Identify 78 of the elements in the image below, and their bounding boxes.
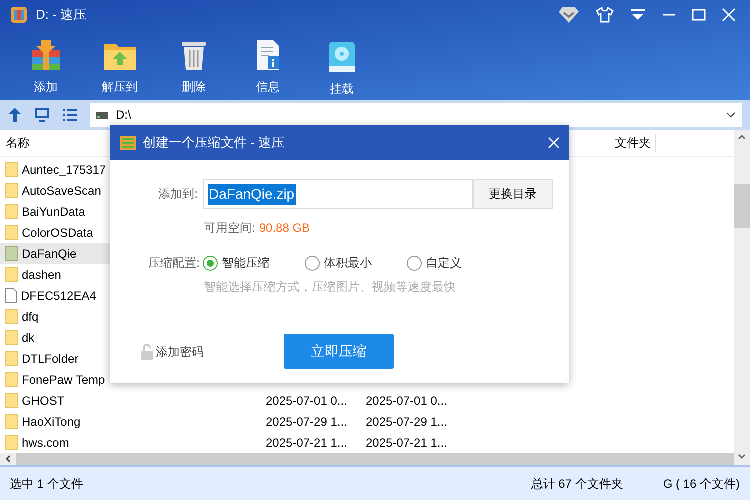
folder-icon [5,435,18,450]
dropdown-icon[interactable] [630,9,646,21]
table-row[interactable]: FonePaw Temp [0,369,110,390]
change-directory-button[interactable]: 更换目录 [473,179,553,209]
status-text: G ( 16 个文件) [663,476,740,492]
toolbar-button[interactable]: 挂载 [318,40,366,98]
list-view-icon[interactable] [62,108,78,122]
radio-option[interactable]: 智能压缩 [203,254,305,272]
app-logo-icon [119,134,137,150]
filename-field[interactable]: DaFanQie.zip [203,179,473,209]
status-text: 总计 67 个文件夹 [531,476,624,492]
maximize-icon[interactable] [692,8,706,22]
table-cell-text: 2025-07-21 1... [366,434,448,452]
file-icon [5,288,17,303]
table-row[interactable]: dk [0,327,110,348]
compress-now-button[interactable]: 立即压缩 [284,334,394,369]
table-row[interactable]: DaFanQie [0,243,110,264]
folder-icon [5,246,18,261]
shirt-icon[interactable] [596,7,614,23]
folder-icon [5,414,18,429]
radio-option[interactable]: 自定义 [407,254,509,272]
folder-icon [5,267,18,282]
radio-option[interactable]: 体积最小 [305,254,407,272]
table-row[interactable]: HaoXiTong [0,411,110,432]
up-arrow-icon[interactable] [8,107,22,123]
toolbar-button[interactable]: 添加 [22,38,70,96]
chevron-down-icon[interactable] [726,112,736,118]
window-title: D: - 速压 [36,6,87,24]
disk-drive-icon [326,40,358,74]
table-cell-text: 2025-07-29 1... [266,414,348,430]
folder-icon [5,225,18,240]
folder-icon [5,372,18,387]
table-row[interactable]: AutoSaveScan [0,180,110,201]
table-row[interactable]: DTLFolder [0,348,110,369]
dialog-title: 创建一个压缩文件 - 速压 [143,134,285,152]
add-password-link[interactable]: 添加密码 [141,342,284,360]
table-row[interactable]: BaiYunData [0,201,110,222]
field-label: 添加到: [158,186,199,203]
close-icon[interactable] [722,8,736,22]
table-row[interactable]: ColorOSData [0,222,110,243]
status-text: 选中 1 个文件 [10,476,84,492]
scrollbar-thumb[interactable] [734,184,750,228]
vertical-scrollbar[interactable] [734,130,750,465]
close-icon[interactable] [548,136,560,148]
table-cell-text: 2025-07-29 1... [366,414,448,430]
table-cell-text: 2025-07-01 0... [266,392,348,410]
field-label: 压缩配置: [148,255,201,272]
horizontal-scrollbar[interactable] [0,453,734,465]
monitor-icon[interactable] [34,107,50,123]
table-cell-text: 2025-07-01 0... [366,392,448,410]
table-row[interactable]: GHOST [0,390,110,411]
toolbar-button[interactable]: 解压到 [96,38,144,96]
table-row[interactable]: dfq [0,306,110,327]
address-field[interactable]: D:\ [90,103,742,127]
folder-icon [5,162,18,177]
folder-icon [5,351,18,366]
table-row[interactable]: hws.com [0,432,110,453]
folder-icon [5,309,18,324]
archive-box-icon [29,38,63,72]
table-row[interactable]: dashen [0,264,110,285]
folder-icon [5,330,18,345]
free-space-value: 90.88 GB [259,220,310,237]
chevron-left-icon[interactable] [0,453,16,465]
free-space-label: 可用空间: [204,220,256,237]
folder-icon [5,393,18,408]
folder-icon [5,204,18,219]
folder-icon [5,183,18,198]
diamond-icon[interactable] [558,6,580,24]
hint-text: 智能选择压缩方式，压缩图片、视频等速度最快 [203,279,457,296]
table-row[interactable]: DFEC512EA4 [0,285,110,306]
app-logo-icon [10,6,28,24]
column-header[interactable]: 文件夹 [580,134,656,152]
toolbar-button[interactable]: 信息 [244,38,292,96]
drive-icon [96,112,108,118]
toolbar-button[interactable]: 删除 [170,38,218,96]
table-row[interactable]: Auntec_175317 [0,159,110,180]
padlock-icon [141,344,153,360]
table-cell-text: 2025-07-21 1... [266,434,348,452]
